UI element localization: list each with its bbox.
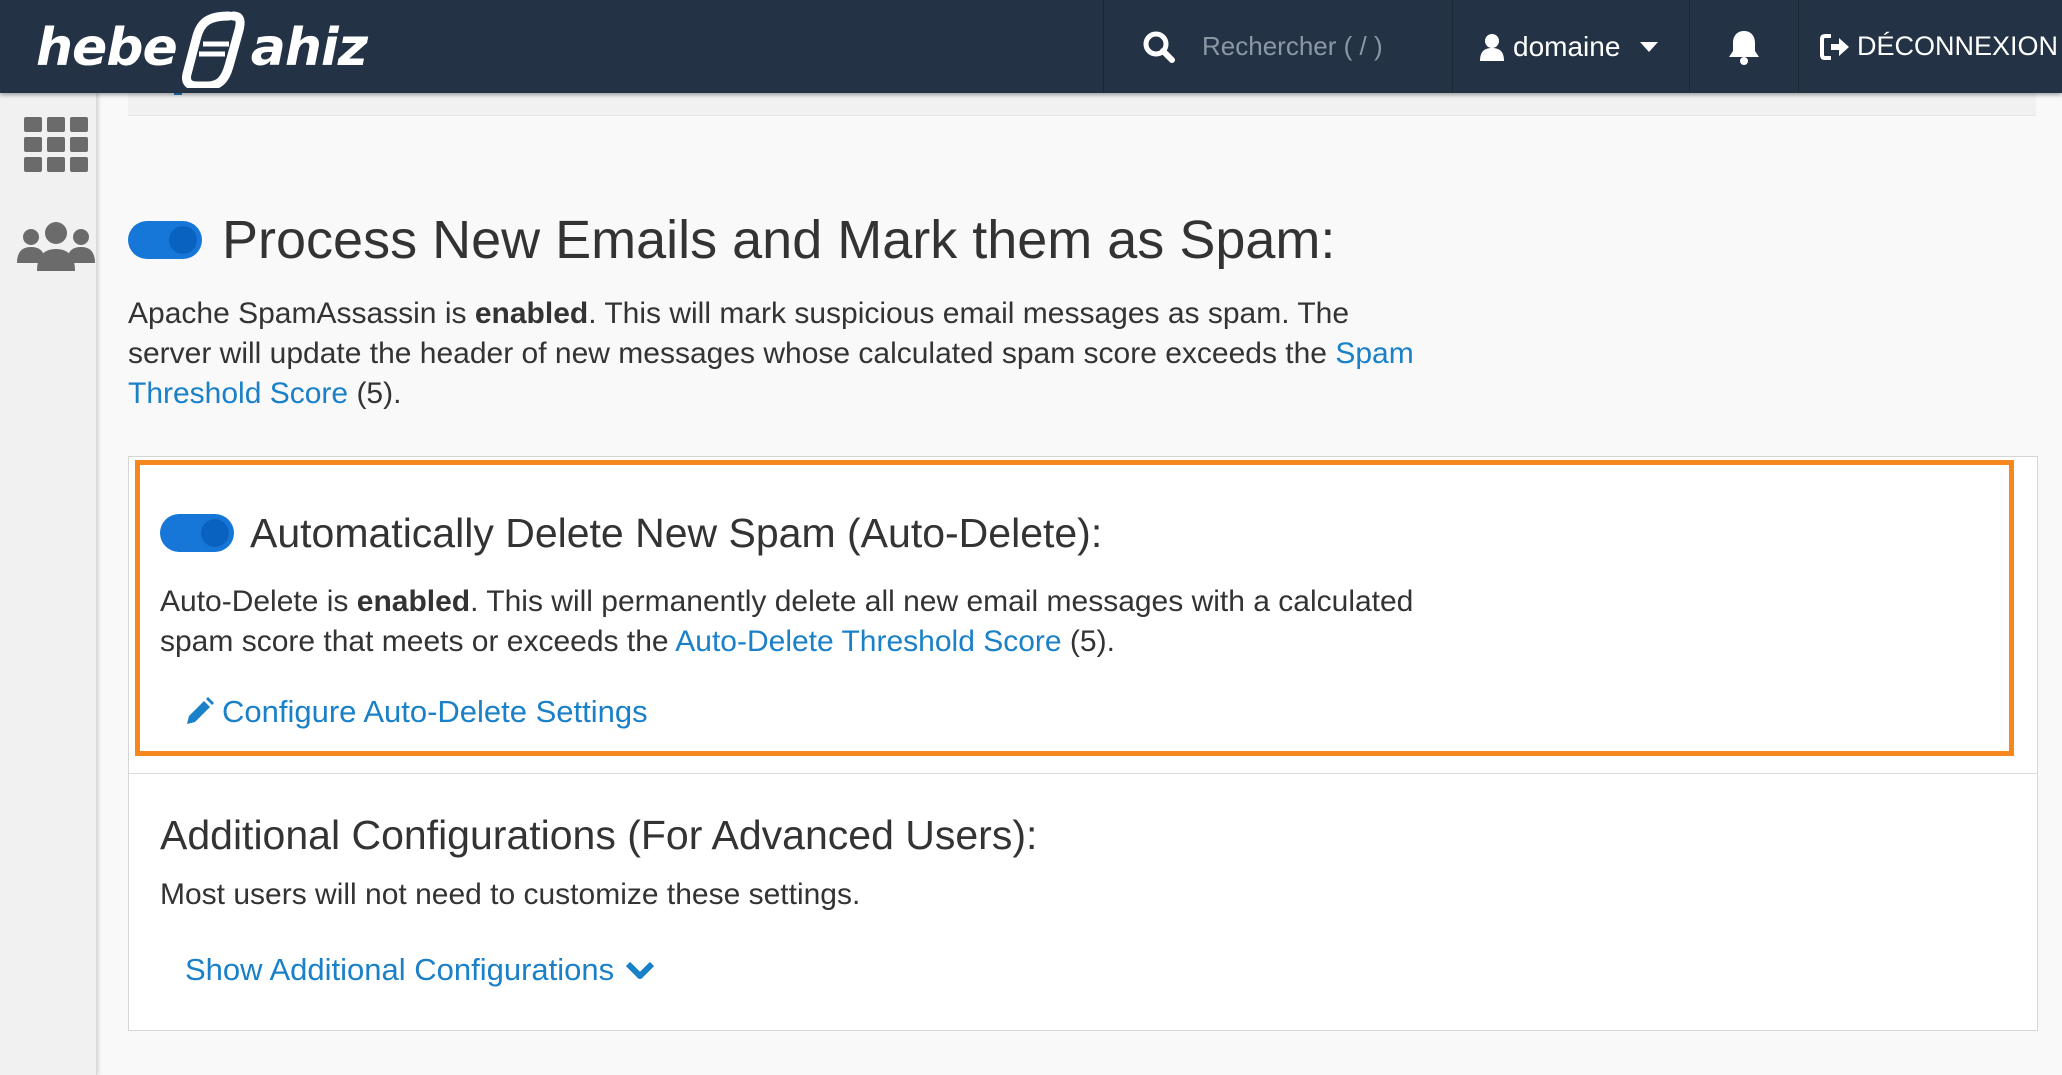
- search-icon: [1143, 31, 1175, 63]
- user-icon: [1480, 33, 1504, 61]
- configure-autodelete-link[interactable]: Configure Auto-Delete Settings: [184, 694, 648, 730]
- grid-icon[interactable]: [24, 117, 88, 173]
- users-icon[interactable]: [17, 221, 95, 271]
- panel-divider: [129, 773, 2037, 774]
- logo-text-right: ahiz: [250, 18, 368, 78]
- autodelete-status-bold: enabled: [356, 585, 471, 618]
- search-box[interactable]: [1104, 0, 1452, 93]
- autodelete-desc-suffix: (5).: [1061, 625, 1115, 658]
- autodelete-toggle[interactable]: [160, 514, 234, 552]
- spam-toggle[interactable]: [128, 221, 202, 259]
- user-menu[interactable]: domaine: [1453, 0, 1689, 93]
- configure-autodelete-label: Configure Auto-Delete Settings: [222, 694, 648, 729]
- logout-label: DÉCONNEXION: [1857, 31, 2059, 61]
- brand-logo[interactable]: hebe ahiz: [36, 8, 368, 88]
- chevron-down-icon: [626, 961, 655, 979]
- autodelete-desc-prefix: Auto-Delete is: [160, 585, 357, 618]
- logout-button[interactable]: DÉCONNEXION: [1799, 0, 2062, 93]
- logout-icon: [1820, 33, 1849, 60]
- notifications-button[interactable]: [1690, 0, 1798, 93]
- autodelete-description: Auto-Delete is enabled. This will perman…: [160, 582, 1460, 662]
- bell-icon: [1729, 30, 1759, 65]
- spam-status-bold: enabled: [474, 297, 589, 330]
- autodelete-title: Automatically Delete New Spam (Auto-Dele…: [250, 509, 1103, 556]
- pencil-icon: [187, 697, 214, 724]
- left-sidebar: [0, 93, 97, 1075]
- autodelete-threshold-link[interactable]: Auto-Delete Threshold Score: [675, 625, 1061, 658]
- search-input[interactable]: [1200, 30, 1444, 63]
- logo-text-left: hebe: [36, 18, 178, 78]
- spam-desc-prefix: Apache SpamAssassin is: [128, 297, 475, 330]
- spam-section-title: Process New Emails and Mark them as Spam…: [222, 210, 1336, 270]
- autodelete-header: Automatically Delete New Spam (Auto-Dele…: [160, 504, 1102, 562]
- spam-desc-suffix: (5).: [348, 377, 402, 410]
- additional-config-title: Additional Configurations (For Advanced …: [160, 812, 1038, 858]
- logo-mark-icon: [181, 11, 245, 88]
- chevron-down-icon: [1640, 41, 1659, 52]
- user-name: domaine: [1513, 30, 1621, 62]
- spam-description: Apache SpamAssassin is enabled. This wil…: [128, 294, 1428, 414]
- spam-section-header: Process New Emails and Mark them as Spam…: [128, 205, 1335, 275]
- top-navbar: hebe ahiz domaine: [0, 0, 2062, 93]
- show-additional-config-label: Show Additional Configurations: [185, 952, 615, 987]
- additional-config-description: Most users will not need to customize th…: [160, 878, 861, 911]
- show-additional-config-link[interactable]: Show Additional Configurations: [185, 952, 655, 988]
- breadcrumb: [128, 91, 2036, 116]
